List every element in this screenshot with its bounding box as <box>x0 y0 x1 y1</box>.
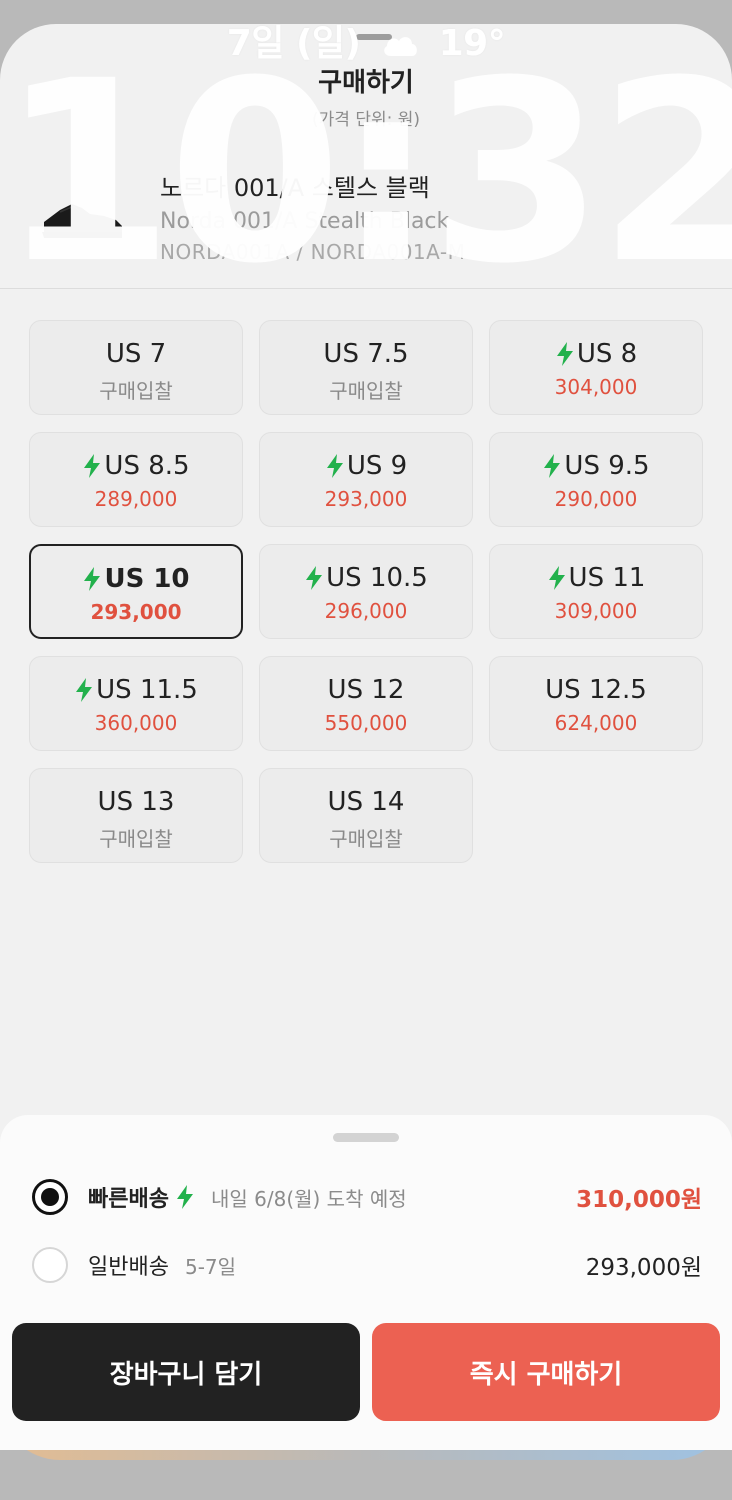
size-label: US 7 <box>105 339 167 369</box>
size-option[interactable]: US 9.5 290,000 <box>489 432 703 527</box>
size-label-row: US 7.5 <box>260 339 472 369</box>
size-bid-text: 구매입찰 <box>99 379 173 403</box>
size-label-row: US 9.5 <box>490 451 702 481</box>
lightning-icon <box>544 454 561 478</box>
size-label: US 14 <box>327 787 405 817</box>
size-option[interactable]: US 8 304,000 <box>489 320 703 415</box>
lightning-icon <box>176 1185 193 1209</box>
size-price: 360,000 <box>94 711 178 735</box>
lightning-icon <box>84 567 101 591</box>
size-option[interactable]: US 10.5 296,000 <box>259 544 473 639</box>
size-option[interactable]: US 7.5 구매입찰 <box>259 320 473 415</box>
shipping-normal-label: 일반배송 <box>88 1255 169 1280</box>
lightning-icon <box>306 566 323 590</box>
size-label-row: US 13 <box>30 787 242 817</box>
buy-now-button[interactable]: 즉시 구매하기 <box>372 1323 720 1421</box>
size-label-row: US 8.5 <box>30 451 242 481</box>
size-option[interactable]: US 10 293,000 <box>29 544 243 639</box>
shipping-normal-price: 293,000원 <box>585 1255 702 1281</box>
size-label-row: US 7 <box>30 339 242 369</box>
size-label: US 10 <box>104 564 190 594</box>
size-label: US 9.5 <box>564 451 650 481</box>
size-label: US 8.5 <box>104 451 190 481</box>
size-label-row: US 14 <box>260 787 472 817</box>
size-label: US 9 <box>346 451 408 481</box>
shipping-fast-note: 내일 6/8(월) 도착 예정 <box>210 1186 407 1211</box>
size-bid-text: 구매입찰 <box>329 379 403 403</box>
size-label-row: US 12.5 <box>490 675 702 705</box>
size-price: 293,000 <box>324 487 408 511</box>
size-bid-text: 구매입찰 <box>329 827 403 851</box>
size-price: 289,000 <box>94 487 178 511</box>
shipping-option-fast[interactable]: 빠른배송 내일 6/8(월) 도착 예정 310,000원 <box>32 1177 702 1217</box>
lightning-icon <box>548 566 565 590</box>
lightning-icon <box>556 342 573 366</box>
panel-handle[interactable] <box>333 1133 399 1142</box>
size-label: US 8 <box>576 339 638 369</box>
size-label-row: US 10 <box>31 564 241 594</box>
checkout-panel: 빠른배송 내일 6/8(월) 도착 예정 310,000원 일반배송 5-7일 … <box>0 1115 732 1450</box>
size-label: US 12.5 <box>545 675 647 705</box>
lightning-icon <box>76 678 93 702</box>
shipping-fast-label: 빠른배송 <box>88 1187 169 1212</box>
radio-normal[interactable] <box>32 1247 68 1283</box>
lightning-icon <box>84 454 101 478</box>
size-label-row: US 11 <box>490 563 702 593</box>
size-price: 624,000 <box>554 711 638 735</box>
size-price: 293,000 <box>90 600 182 624</box>
size-label: US 7.5 <box>323 339 409 369</box>
size-label-row: US 10.5 <box>260 563 472 593</box>
size-label-row: US 12 <box>260 675 472 705</box>
lightning-icon <box>326 454 343 478</box>
shipping-normal-note: 5-7일 <box>184 1254 237 1279</box>
size-option[interactable]: US 9 293,000 <box>259 432 473 527</box>
shipping-fast-price: 310,000원 <box>576 1187 702 1213</box>
size-option[interactable]: US 14 구매입찰 <box>259 768 473 863</box>
size-price: 296,000 <box>324 599 408 623</box>
size-label-row: US 8 <box>490 339 702 369</box>
size-option[interactable]: US 11 309,000 <box>489 544 703 639</box>
size-option[interactable]: US 13 구매입찰 <box>29 768 243 863</box>
size-label: US 10.5 <box>326 563 428 593</box>
size-price: 304,000 <box>554 375 638 399</box>
shipping-option-normal[interactable]: 일반배송 5-7일 293,000원 <box>32 1245 702 1285</box>
radio-fast[interactable] <box>32 1179 68 1215</box>
size-option[interactable]: US 12 550,000 <box>259 656 473 751</box>
size-option[interactable]: US 7 구매입찰 <box>29 320 243 415</box>
size-bid-text: 구매입찰 <box>99 827 173 851</box>
size-price: 290,000 <box>554 487 638 511</box>
size-label-row: US 9 <box>260 451 472 481</box>
size-option[interactable]: US 11.5 360,000 <box>29 656 243 751</box>
size-label-row: US 11.5 <box>30 675 242 705</box>
size-label: US 11 <box>568 563 646 593</box>
size-price: 550,000 <box>324 711 408 735</box>
size-label: US 13 <box>97 787 175 817</box>
size-option[interactable]: US 12.5 624,000 <box>489 656 703 751</box>
add-to-cart-button[interactable]: 장바구니 담기 <box>12 1323 360 1421</box>
lockscreen-clock: 10:32 <box>0 27 732 318</box>
size-label: US 12 <box>327 675 405 705</box>
size-label: US 11.5 <box>96 675 198 705</box>
size-price: 309,000 <box>554 599 638 623</box>
size-option[interactable]: US 8.5 289,000 <box>29 432 243 527</box>
size-grid: US 7 구매입찰 US 7.5 구매입찰 US 8 304,000 US 8.5 289,0… <box>29 320 703 863</box>
